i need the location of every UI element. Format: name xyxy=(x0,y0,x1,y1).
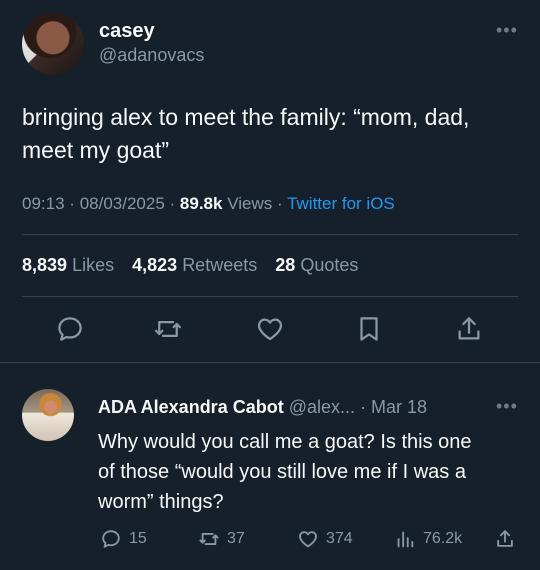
retweets-count: 4,823 xyxy=(132,255,178,275)
divider xyxy=(0,362,540,363)
reply-text-line: Why would you call me a goat? Is this on… xyxy=(98,431,472,453)
share-icon xyxy=(497,530,513,547)
reply-author-avatar[interactable] xyxy=(22,389,74,441)
retweet-icon xyxy=(155,321,181,337)
reply-reply-button[interactable]: 15 xyxy=(100,528,147,550)
tweet-time[interactable]: 09:13 xyxy=(22,194,65,213)
like-button[interactable] xyxy=(255,314,285,344)
reply-count: 15 xyxy=(129,530,147,547)
share-button[interactable] xyxy=(454,314,484,344)
views-label: Views xyxy=(227,194,273,213)
share-icon xyxy=(458,317,480,340)
reply-icon xyxy=(58,317,82,341)
views-icon xyxy=(397,531,414,548)
quotes-label: Quotes xyxy=(300,255,359,275)
more-options-icon[interactable]: ••• xyxy=(496,20,518,41)
bookmark-icon xyxy=(360,317,378,341)
reply-text-line: worm” things? xyxy=(98,491,224,513)
reply-author-name[interactable]: ADA Alexandra Cabot xyxy=(98,397,284,417)
reply-date[interactable]: Mar 18 xyxy=(371,397,427,417)
reply-button[interactable] xyxy=(55,314,85,344)
quotes-count: 28 xyxy=(275,255,296,275)
tweet-date[interactable]: 08/03/2025 xyxy=(80,194,165,213)
author-display-name[interactable]: casey xyxy=(99,20,155,43)
retweets-stat[interactable]: 4,823 Retweets xyxy=(132,255,257,275)
divider xyxy=(22,234,518,235)
reply-icon xyxy=(102,530,120,548)
tweet-text-line: bringing alex to meet the family: “mom, … xyxy=(22,104,470,130)
tweet-text: bringing alex to meet the family: “mom, … xyxy=(22,101,527,167)
reply-retweet-button[interactable]: 37 xyxy=(198,528,245,550)
like-icon xyxy=(257,318,283,341)
like-icon xyxy=(299,531,317,548)
divider xyxy=(22,296,518,297)
reply-text-line: of those “would you still love me if I w… xyxy=(98,461,466,483)
reply-header: ADA Alexandra Cabot @alex... · Mar 18 xyxy=(98,397,427,418)
reply-share-button[interactable] xyxy=(494,528,516,550)
separator: · xyxy=(360,397,367,417)
author-avatar[interactable] xyxy=(22,13,84,75)
separator: · xyxy=(276,194,283,213)
reply-like-button[interactable]: 374 xyxy=(297,528,353,550)
author-handle[interactable]: @adanovacs xyxy=(99,45,204,66)
reply-text: Why would you call me a goat? Is this on… xyxy=(98,427,528,517)
bookmark-button[interactable] xyxy=(354,314,384,344)
reply-author-handle[interactable]: @alex... xyxy=(289,397,355,417)
likes-stat[interactable]: 8,839 Likes xyxy=(22,255,114,275)
tweet-meta: 09:13 · 08/03/2025 · 89.8k Views · Twitt… xyxy=(22,194,395,214)
tweet-text-line: meet my goat” xyxy=(22,137,169,163)
retweets-label: Retweets xyxy=(182,255,258,275)
likes-label: Likes xyxy=(72,255,115,275)
separator: · xyxy=(69,194,75,213)
reply-views-count: 76.2k xyxy=(423,530,463,547)
retweet-button[interactable] xyxy=(153,314,183,344)
reply-more-options-icon[interactable]: ••• xyxy=(496,396,518,417)
quotes-stat[interactable]: 28 Quotes xyxy=(275,255,358,275)
likes-count: 8,839 xyxy=(22,255,68,275)
tweet-stats: 8,839 Likes 4,823 Retweets 28 Quotes xyxy=(22,255,358,276)
reply-retweet-count: 37 xyxy=(227,530,245,547)
tweet-source-link[interactable]: Twitter for iOS xyxy=(287,194,395,213)
reply-views-button[interactable]: 76.2k xyxy=(394,528,462,550)
reply-like-count: 374 xyxy=(326,530,353,547)
views-count: 89.8k xyxy=(179,194,223,213)
separator: · xyxy=(169,194,176,213)
retweet-icon xyxy=(199,533,219,545)
